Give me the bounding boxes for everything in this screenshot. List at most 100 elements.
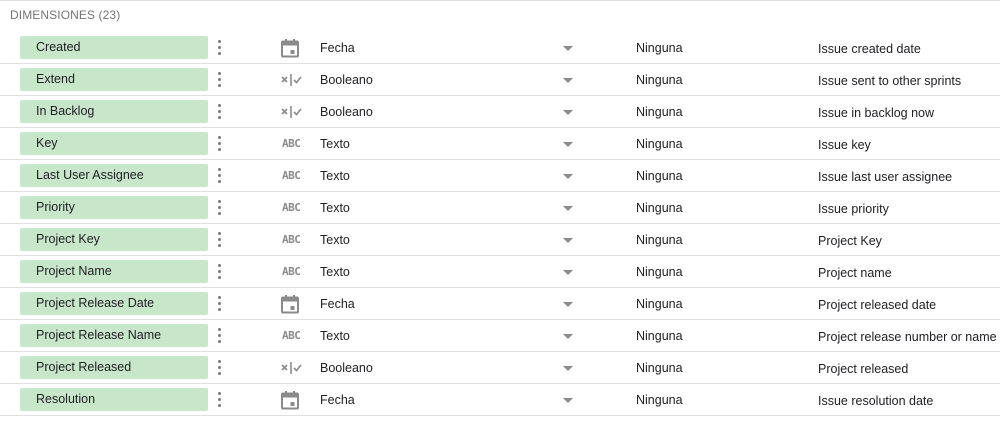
field-name-chip[interactable]: Project Release Date — [20, 292, 208, 315]
dimension-row: Priority ABC Texto Ninguna Issue priorit… — [0, 192, 1000, 224]
text-abc-icon: ABC — [280, 166, 304, 186]
text-abc-glyph: ABC — [282, 137, 301, 150]
dimension-row: Project Name ABC Texto Ninguna Project n… — [0, 256, 1000, 288]
field-name-chip[interactable]: Resolution — [20, 388, 208, 411]
field-name-chip[interactable]: Priority — [20, 196, 208, 219]
field-description[interactable]: Issue created date — [818, 33, 921, 65]
field-description[interactable]: Issue sent to other sprints — [818, 65, 961, 97]
field-description[interactable]: Issue in backlog now — [818, 97, 934, 129]
field-description[interactable]: Issue priority — [818, 193, 889, 225]
calendar-icon — [280, 294, 304, 314]
field-type-label: Texto — [320, 169, 350, 183]
type-dropdown-icon[interactable] — [563, 142, 573, 147]
text-abc-icon: ABC — [280, 134, 304, 154]
field-type-label: Texto — [320, 137, 350, 151]
field-description[interactable]: Project name — [818, 257, 892, 289]
more-options-icon[interactable] — [214, 39, 226, 57]
type-dropdown-icon[interactable] — [563, 206, 573, 211]
calendar-icon — [280, 390, 304, 410]
dimension-row: Resolution Fecha Ninguna Issue resolutio… — [0, 384, 1000, 416]
field-name-chip[interactable]: Project Key — [20, 228, 208, 251]
more-options-icon[interactable] — [214, 231, 226, 249]
more-options-icon[interactable] — [214, 135, 226, 153]
field-description[interactable]: Issue resolution date — [818, 385, 933, 417]
aggregation-value[interactable]: Ninguna — [636, 128, 683, 160]
aggregation-value[interactable]: Ninguna — [636, 32, 683, 64]
field-description[interactable]: Issue last user assignee — [818, 161, 952, 193]
field-type-label: Texto — [320, 233, 350, 247]
more-options-icon[interactable] — [214, 103, 226, 121]
type-dropdown-icon[interactable] — [563, 110, 573, 115]
field-type-label: Fecha — [320, 41, 355, 55]
field-type-label: Booleano — [320, 105, 373, 119]
field-type-label: Fecha — [320, 297, 355, 311]
text-abc-glyph: ABC — [282, 169, 301, 182]
field-description[interactable]: Project Key — [818, 225, 882, 257]
type-dropdown-icon[interactable] — [563, 270, 573, 275]
more-options-icon[interactable] — [214, 199, 226, 217]
more-options-icon[interactable] — [214, 359, 226, 377]
field-description[interactable]: Issue key — [818, 129, 871, 161]
aggregation-value[interactable]: Ninguna — [636, 192, 683, 224]
dimensions-panel: DIMENSIONES (23) Created Fecha Ninguna I… — [0, 0, 1000, 423]
more-options-icon[interactable] — [214, 327, 226, 345]
type-dropdown-icon[interactable] — [563, 366, 573, 371]
calendar-icon — [280, 38, 304, 58]
dimension-row: Project Released Booleano Ninguna Projec… — [0, 352, 1000, 384]
field-name-chip[interactable]: Extend — [20, 68, 208, 91]
field-type-label: Texto — [320, 329, 350, 343]
type-dropdown-icon[interactable] — [563, 174, 573, 179]
text-abc-icon: ABC — [280, 230, 304, 250]
aggregation-value[interactable]: Ninguna — [636, 160, 683, 192]
field-description[interactable]: Project released date — [818, 289, 936, 321]
dimension-row: Project Key ABC Texto Ninguna Project Ke… — [0, 224, 1000, 256]
dimension-row: Key ABC Texto Ninguna Issue key — [0, 128, 1000, 160]
aggregation-value[interactable]: Ninguna — [636, 288, 683, 320]
field-name-chip[interactable]: Project Name — [20, 260, 208, 283]
type-dropdown-icon[interactable] — [563, 238, 573, 243]
type-dropdown-icon[interactable] — [563, 78, 573, 83]
type-dropdown-icon[interactable] — [563, 302, 573, 307]
field-description[interactable]: Project released — [818, 353, 908, 385]
boolean-icon — [280, 102, 304, 122]
more-options-icon[interactable] — [214, 295, 226, 313]
aggregation-value[interactable]: Ninguna — [636, 320, 683, 352]
field-name-chip[interactable]: Key — [20, 132, 208, 155]
dimension-row: Project Release Name ABC Texto Ninguna P… — [0, 320, 1000, 352]
field-type-label: Booleano — [320, 73, 373, 87]
field-name-chip[interactable]: Last User Assignee — [20, 164, 208, 187]
dimension-row: Extend Booleano Ninguna Issue sent to ot… — [0, 64, 1000, 96]
dimensions-list: Created Fecha Ninguna Issue created date… — [0, 32, 1000, 416]
text-abc-glyph: ABC — [282, 201, 301, 214]
text-abc-glyph: ABC — [282, 265, 301, 278]
aggregation-value[interactable]: Ninguna — [636, 224, 683, 256]
type-dropdown-icon[interactable] — [563, 334, 573, 339]
field-name-chip[interactable]: Project Released — [20, 356, 208, 379]
aggregation-value[interactable]: Ninguna — [636, 352, 683, 384]
type-dropdown-icon[interactable] — [563, 398, 573, 403]
text-abc-glyph: ABC — [282, 329, 301, 342]
dimension-row: Project Release Date Fecha Ninguna Proje… — [0, 288, 1000, 320]
field-name-chip[interactable]: Project Release Name — [20, 324, 208, 347]
boolean-icon — [280, 70, 304, 90]
field-description[interactable]: Project release number or name — [818, 321, 997, 353]
dimension-row: In Backlog Booleano Ninguna Issue in bac… — [0, 96, 1000, 128]
field-type-label: Booleano — [320, 361, 373, 375]
dimension-row: Created Fecha Ninguna Issue created date — [0, 32, 1000, 64]
more-options-icon[interactable] — [214, 167, 226, 185]
field-type-label: Texto — [320, 265, 350, 279]
field-type-label: Fecha — [320, 393, 355, 407]
aggregation-value[interactable]: Ninguna — [636, 384, 683, 416]
aggregation-value[interactable]: Ninguna — [636, 256, 683, 288]
more-options-icon[interactable] — [214, 263, 226, 281]
text-abc-icon: ABC — [280, 262, 304, 282]
more-options-icon[interactable] — [214, 391, 226, 409]
more-options-icon[interactable] — [214, 71, 226, 89]
aggregation-value[interactable]: Ninguna — [636, 96, 683, 128]
field-type-label: Texto — [320, 201, 350, 215]
aggregation-value[interactable]: Ninguna — [636, 64, 683, 96]
type-dropdown-icon[interactable] — [563, 46, 573, 51]
field-name-chip[interactable]: Created — [20, 36, 208, 59]
text-abc-icon: ABC — [280, 198, 304, 218]
field-name-chip[interactable]: In Backlog — [20, 100, 208, 123]
